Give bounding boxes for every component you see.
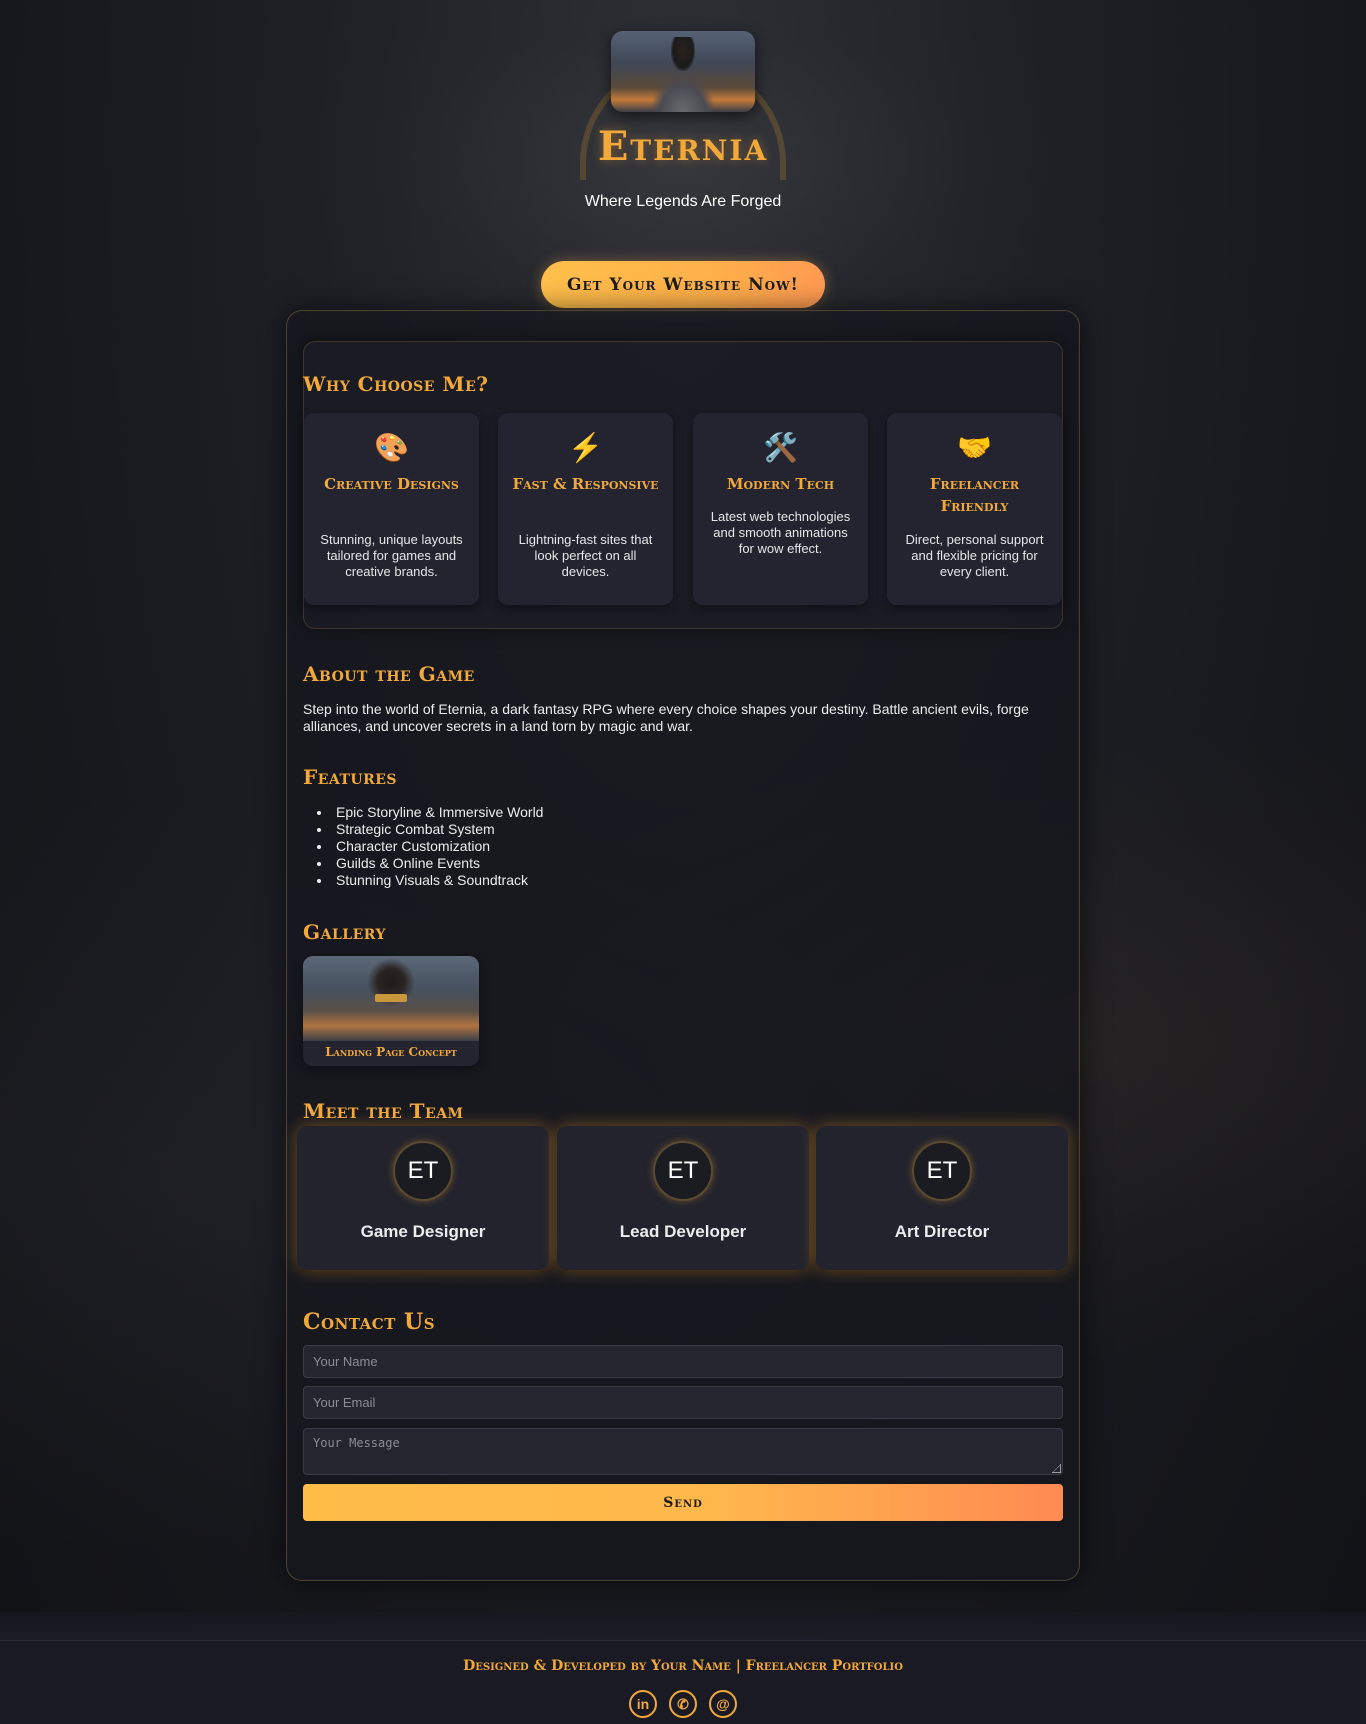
send-button[interactable]: Send xyxy=(303,1484,1063,1521)
contact-title: Contact Us xyxy=(303,1309,436,1335)
list-item: Stunning Visuals & Soundtrack xyxy=(317,872,836,889)
avatar: ET xyxy=(393,1141,453,1201)
gallery-banner xyxy=(375,994,407,1002)
team-card-lead-developer: ET Lead Developer xyxy=(557,1126,809,1270)
palette-icon: 🎨 xyxy=(374,432,409,463)
hero-figure xyxy=(671,37,695,71)
feature-title: Creative Designs xyxy=(324,475,459,493)
team-role: Game Designer xyxy=(360,1222,486,1241)
why-choose-title: Why Choose Me? xyxy=(303,372,489,396)
list-item: Character Customization xyxy=(317,838,836,855)
avatar: ET xyxy=(912,1141,972,1201)
footer-band xyxy=(0,1612,1366,1640)
site-footer: Designed & Developed by Your Name | Free… xyxy=(0,1640,1366,1724)
whatsapp-icon[interactable]: ✆ xyxy=(669,1690,697,1718)
about-text: Step into the world of Eternia, a dark f… xyxy=(303,701,1029,734)
team-role: Art Director xyxy=(894,1222,990,1241)
feature-title: Modern Tech xyxy=(726,475,835,493)
list-item: Strategic Combat System xyxy=(317,821,836,838)
site-title: Eternia xyxy=(597,123,769,170)
about-title: About the Game xyxy=(303,662,475,686)
get-website-button[interactable]: Get Your Website Now! xyxy=(541,261,825,308)
features-title: Features xyxy=(303,765,398,789)
team-card-game-designer: ET Game Designer xyxy=(297,1126,549,1270)
tools-icon: 🛠️ xyxy=(763,432,798,463)
feature-title: Freelancer Friendly xyxy=(929,475,1020,515)
message-field[interactable] xyxy=(303,1428,1063,1475)
list-item: Epic Storyline & Immersive World xyxy=(317,804,836,821)
name-field[interactable] xyxy=(303,1345,1063,1378)
list-item: Guilds & Online Events xyxy=(317,855,836,872)
features-list: Epic Storyline & Immersive World Strateg… xyxy=(317,804,836,889)
resize-handle[interactable] xyxy=(1052,1464,1061,1473)
email-field[interactable] xyxy=(303,1386,1063,1419)
team-title: Meet the Team xyxy=(303,1099,464,1123)
gallery-caption: Landing Page Concept xyxy=(325,1045,457,1059)
lightning-icon: ⚡ xyxy=(568,432,603,463)
feature-description: Direct, personal support and flexible pr… xyxy=(905,532,1044,579)
gallery-title: Gallery xyxy=(303,920,386,944)
handshake-icon: 🤝 xyxy=(957,432,992,463)
feature-description: Lightning-fast sites that look perfect o… xyxy=(518,532,653,579)
gallery-image xyxy=(303,956,479,1041)
hero-image xyxy=(611,31,755,112)
team-role: Lead Developer xyxy=(619,1222,747,1241)
email-icon[interactable]: @ xyxy=(709,1690,737,1718)
footer-credit: Designed & Developed by Your Name | Free… xyxy=(463,1658,903,1674)
feature-card-freelancer-friendly: 🤝 Freelancer Friendly Direct, personal s… xyxy=(887,413,1062,605)
linkedin-icon[interactable]: in xyxy=(629,1690,657,1718)
feature-description: Latest web technologies and smooth anima… xyxy=(710,509,851,556)
feature-card-fast-responsive: ⚡ Fast & Responsive Lightning-fast sites… xyxy=(498,413,673,605)
hero-rock xyxy=(651,75,715,112)
feature-description: Stunning, unique layouts tailored for ga… xyxy=(320,532,463,579)
team-card-art-director: ET Art Director xyxy=(816,1126,1068,1270)
feature-card-modern-tech: 🛠️ Modern Tech Latest web technologies a… xyxy=(693,413,868,605)
avatar: ET xyxy=(653,1141,713,1201)
site-tagline: Where Legends Are Forged xyxy=(584,193,782,210)
feature-title: Fast & Responsive xyxy=(512,475,659,493)
feature-card-creative-designs: 🎨 Creative Designs Stunning, unique layo… xyxy=(304,413,479,605)
gallery-item[interactable]: Landing Page Concept xyxy=(303,956,479,1066)
